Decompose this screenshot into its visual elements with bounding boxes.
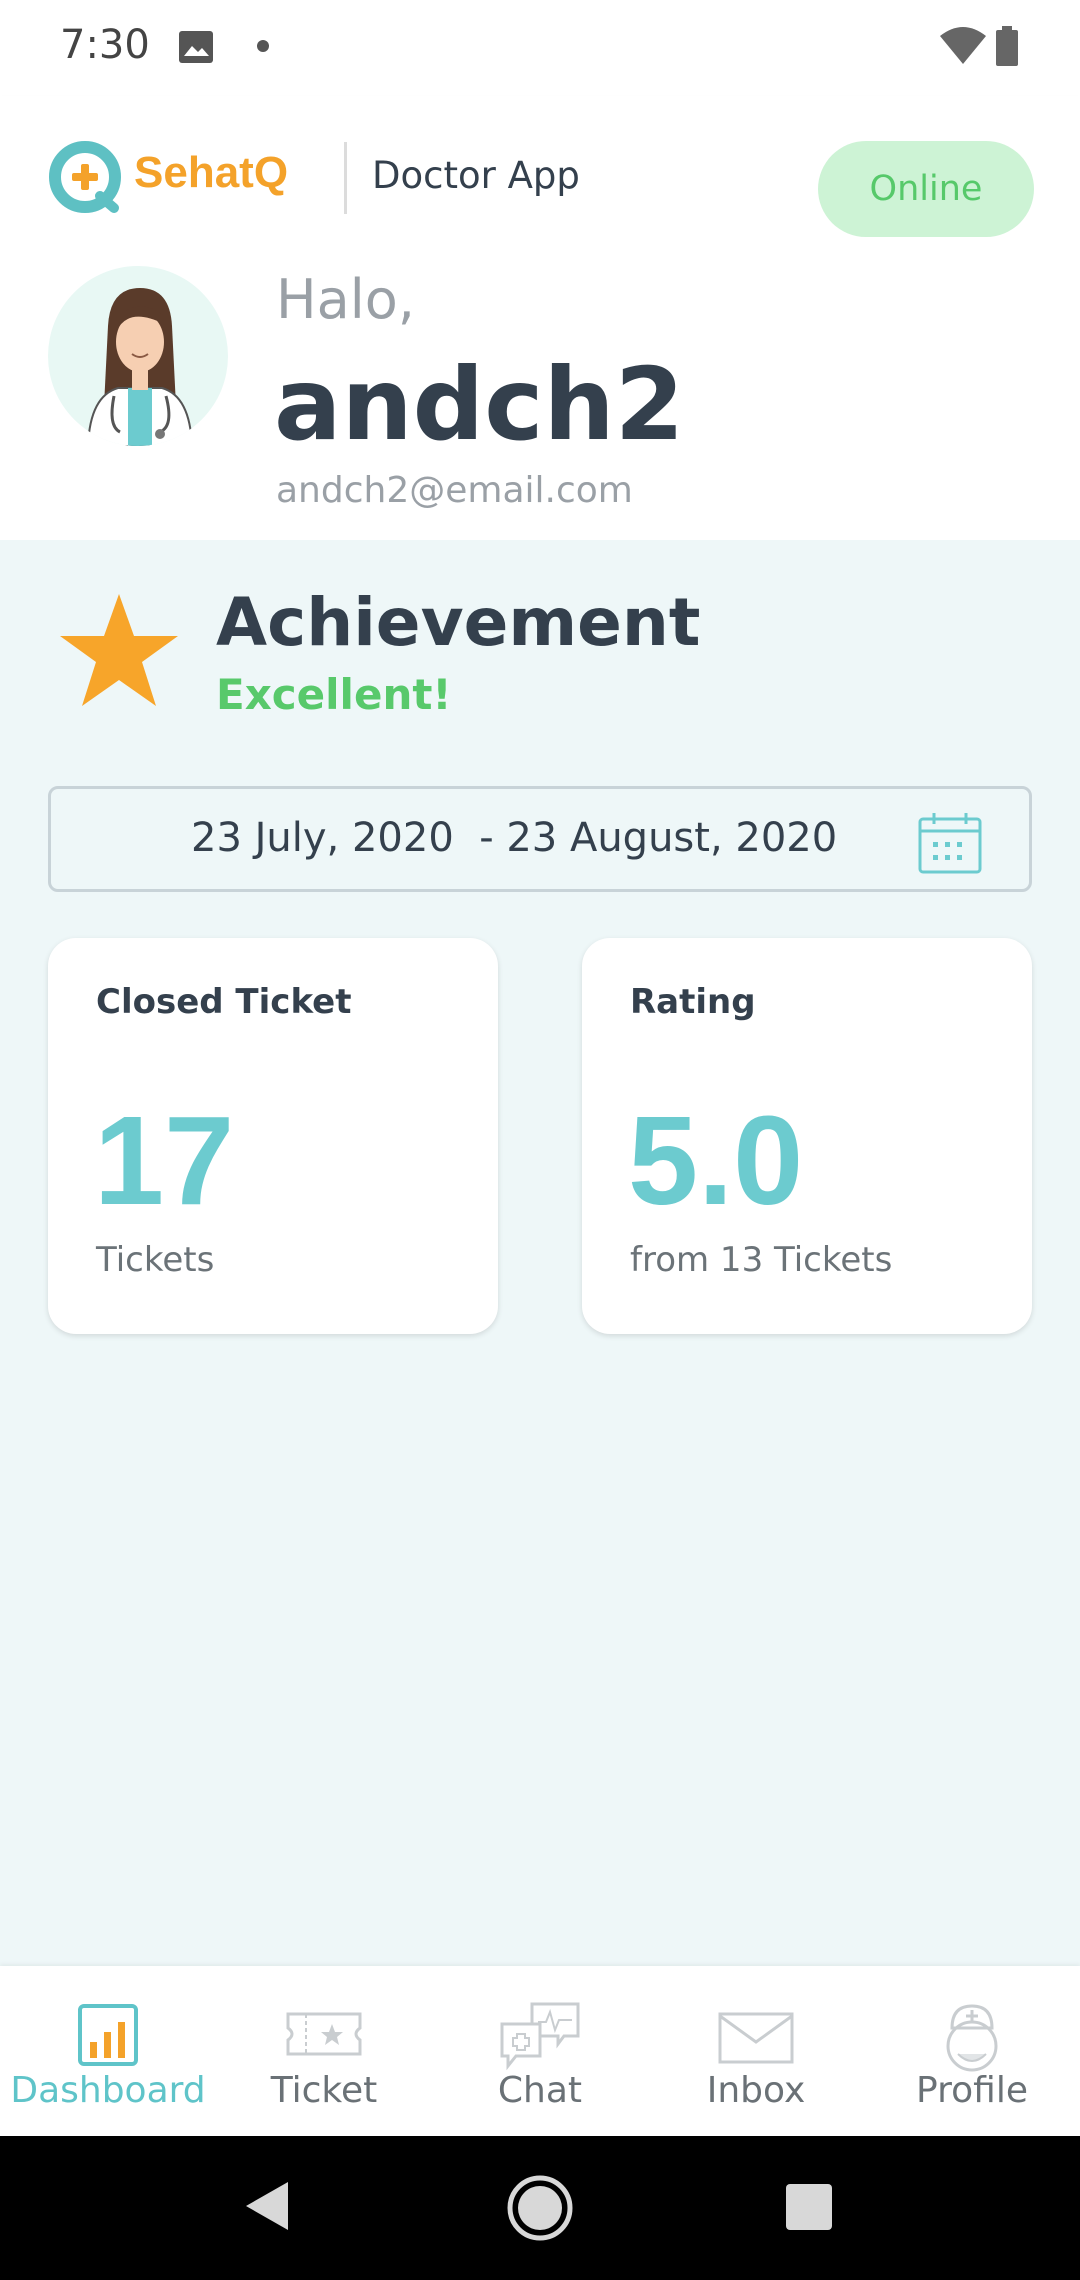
nav-inbox[interactable]: Inbox	[648, 1966, 864, 2136]
wifi-icon	[940, 27, 986, 64]
achievement-status: Excellent!	[216, 670, 452, 719]
rating-title: Rating	[630, 982, 756, 1022]
dashboard-content: Achievement Excellent! 23 July, 2020 - 2…	[0, 540, 1080, 1966]
greeting: Halo,	[276, 268, 415, 331]
nav-dashboard-label: Dashboard	[10, 2070, 206, 2111]
bottom-navigation: Dashboard Ticket Chat Inbox Profile	[0, 1966, 1080, 2136]
doctor-avatar-icon	[86, 288, 194, 446]
doctor-avatar	[48, 266, 228, 446]
home-icon[interactable]	[506, 2174, 574, 2242]
rating-card[interactable]: Rating 5.0 from 13 Tickets	[582, 938, 1032, 1334]
closed-ticket-unit: Tickets	[96, 1240, 215, 1280]
closed-ticket-count: 17	[94, 1090, 235, 1231]
system-navigation-bar	[0, 2136, 1080, 2280]
rating-value: 5.0	[628, 1090, 804, 1231]
sehatq-logo-icon	[49, 141, 121, 213]
rating-subtext: from 13 Tickets	[630, 1240, 893, 1280]
nav-chat[interactable]: Chat	[432, 1966, 648, 2136]
recents-icon[interactable]	[786, 2184, 832, 2230]
calendar-icon[interactable]	[917, 811, 983, 875]
nav-ticket-label: Ticket	[270, 2070, 378, 2111]
ticket-icon	[286, 2012, 362, 2056]
battery-icon	[996, 26, 1018, 66]
profile-header: SehatQ Doctor App Online Halo, andch2 an…	[0, 96, 1080, 540]
online-status-toggle[interactable]: Online	[818, 141, 1034, 237]
app-subtitle: Doctor App	[372, 154, 580, 197]
back-icon[interactable]	[244, 2180, 290, 2232]
nav-profile[interactable]: Profile	[864, 1966, 1080, 2136]
status-time: 7:30	[60, 22, 150, 68]
star-icon	[60, 594, 178, 706]
chat-icon	[500, 2002, 580, 2071]
nav-dashboard[interactable]: Dashboard	[0, 1966, 216, 2136]
doctor-email: andch2@email.com	[276, 470, 633, 511]
closed-ticket-card[interactable]: Closed Ticket 17 Tickets	[48, 938, 498, 1334]
brand-name: SehatQ	[134, 148, 289, 197]
nav-inbox-label: Inbox	[706, 2070, 806, 2111]
status-bar: 7:30	[0, 0, 1080, 96]
date-range-picker[interactable]: 23 July, 2020 - 23 August, 2020	[48, 786, 1032, 892]
image-notification-icon	[179, 31, 213, 63]
doctor-icon	[946, 2004, 998, 2072]
notification-dot-icon	[257, 40, 269, 52]
achievement-title: Achievement	[216, 584, 701, 661]
nav-ticket[interactable]: Ticket	[216, 1966, 432, 2136]
nav-chat-label: Chat	[497, 2070, 583, 2111]
logo-divider	[344, 142, 347, 214]
doctor-username: andch2	[274, 346, 685, 463]
closed-ticket-title: Closed Ticket	[96, 982, 352, 1022]
bar-chart-icon	[78, 2004, 138, 2066]
date-range-text: 23 July, 2020 - 23 August, 2020	[191, 815, 838, 861]
nav-profile-label: Profile	[916, 2070, 1028, 2111]
envelope-icon	[718, 2012, 794, 2064]
